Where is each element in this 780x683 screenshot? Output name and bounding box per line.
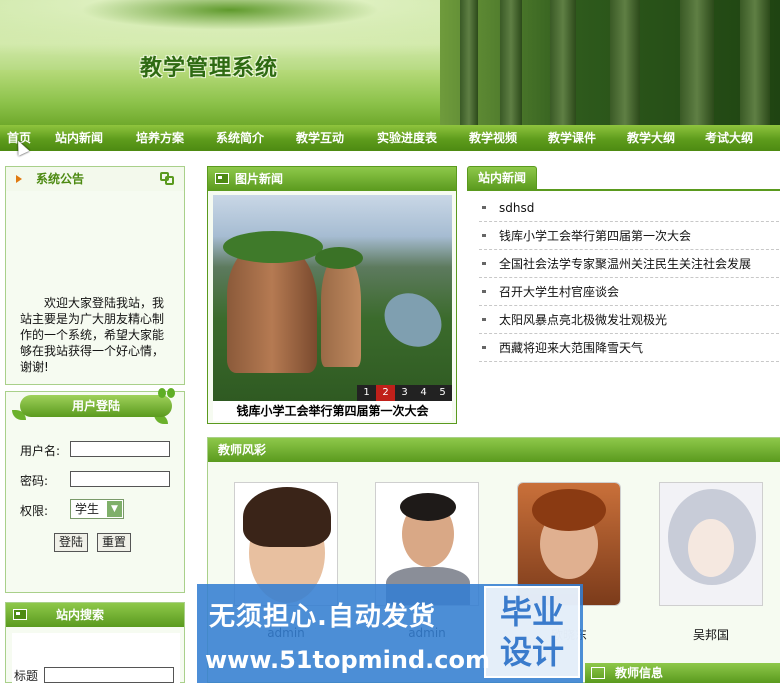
news-list-item[interactable]: sdhsd <box>479 194 779 222</box>
site-title: 教学管理系统 <box>140 55 279 81</box>
password-input[interactable] <box>70 471 170 487</box>
nav-item-5[interactable]: 实验进度表 <box>360 125 454 151</box>
teacher-photo[interactable] <box>659 482 763 606</box>
news-photo[interactable]: 12345 <box>213 195 452 401</box>
ad-url: www.51topmind.com <box>205 646 490 674</box>
nav-item-2[interactable]: 培养方案 <box>120 125 200 151</box>
chevron-down-icon[interactable]: ▼ <box>107 501 122 517</box>
main-nav: 首页 站内新闻 培养方案 系统简介 教学互动 实验进度表 教学视频 教学课件 教学大纲 考试大纲 <box>0 125 780 151</box>
teacher-info-title: 教师信息 <box>615 666 664 680</box>
photo-caption[interactable]: 钱库小学工会举行第四届第一次大会 <box>213 401 452 421</box>
news-title[interactable]: 太阳风暴点亮北极微发壮观极光 <box>499 313 667 327</box>
news-title[interactable]: 全国社会法学专家聚温州关注民生关注社会发展 <box>499 257 751 271</box>
notice-header: 系统公告 <box>6 167 184 191</box>
butterfly-icon <box>158 388 176 402</box>
teachers-title: 教师风彩 <box>218 443 267 457</box>
teacher-info-header: 教师信息 <box>585 663 780 683</box>
system-notice-panel: 系统公告 欢迎大家登陆我站，我站主要是为广大朋友精心制作的一个系统，希望大家能够… <box>5 166 185 385</box>
bullet-icon <box>482 318 486 321</box>
site-search-panel: 站内搜索 标题 <box>5 602 185 683</box>
news-title[interactable]: 西藏将迎来大范围降雪天气 <box>499 341 643 355</box>
site-news-panel: 站内新闻 sdhsd 钱库小学工会举行第四届第一次大会全国社会法学专家聚温州关注民… <box>467 166 780 366</box>
bullet-icon <box>482 234 486 237</box>
window-icon <box>13 609 27 620</box>
pager-page-3[interactable]: 3 <box>395 385 414 401</box>
search-input[interactable] <box>44 667 174 683</box>
username-label: 用户名: <box>20 444 61 458</box>
nav-item-6[interactable]: 教学视频 <box>454 125 532 151</box>
ad-logo-line2: 设计 <box>499 633 564 671</box>
picnews-header: 图片新闻 <box>208 167 456 191</box>
ad-logo-box: 毕业 设计 <box>484 586 580 678</box>
nav-item-7[interactable]: 教学课件 <box>532 125 612 151</box>
tab-underline <box>467 189 780 191</box>
news-title[interactable]: 钱库小学工会举行第四届第一次大会 <box>499 229 691 243</box>
folder-icon <box>591 667 605 679</box>
teacher-name: 吴邦国 <box>692 628 729 642</box>
picture-news-panel: 图片新闻 12345 钱库小学工会举行第四届第一次大会 <box>207 166 457 424</box>
news-title[interactable]: 召开大学生村官座谈会 <box>499 285 619 299</box>
login-panel: 用户登陆 用户名: 密码: 权限: 学生 ▼ 登陆 重置 <box>5 388 185 593</box>
news-list-item[interactable]: 全国社会法学专家聚温州关注民生关注社会发展 <box>479 250 779 278</box>
bullet-icon <box>482 290 486 293</box>
search-title: 站内搜索 <box>56 608 105 622</box>
notice-body: 欢迎大家登陆我站，我站主要是为广大朋友精心制作的一个系统，希望大家能够在我站获得… <box>20 296 165 374</box>
ad-slogan: 无须担心.自动发货 <box>209 602 436 632</box>
news-list-item[interactable]: 召开大学生村官座谈会 <box>479 278 779 306</box>
role-select[interactable]: 学生 ▼ <box>70 499 124 519</box>
login-title: 用户登陆 <box>20 395 172 417</box>
watermark-ad[interactable]: 无须担心.自动发货 www.51topmind.com 毕业 设计 <box>197 584 583 683</box>
reset-button[interactable]: 重置 <box>97 533 132 552</box>
picnews-title: 图片新闻 <box>235 172 284 186</box>
search-field-label: 标题 <box>14 669 39 683</box>
role-label: 权限: <box>20 504 49 518</box>
photo-pager: 12345 <box>357 385 452 401</box>
news-list-item[interactable]: 西藏将迎来大范围降雪天气 <box>479 334 779 362</box>
pager-page-1[interactable]: 1 <box>357 385 376 401</box>
search-header: 站内搜索 <box>6 603 184 627</box>
pager-page-5[interactable]: 5 <box>433 385 452 401</box>
news-list-item[interactable]: 太阳风暴点亮北极微发壮观极光 <box>479 306 779 334</box>
ad-logo-line1: 毕业 <box>499 593 564 631</box>
nav-item-1[interactable]: 站内新闻 <box>38 125 120 151</box>
pager-page-4[interactable]: 4 <box>414 385 433 401</box>
news-list-item[interactable]: 钱库小学工会举行第四届第一次大会 <box>479 222 779 250</box>
login-button[interactable]: 登陆 <box>54 533 89 552</box>
bullet-icon <box>482 346 486 349</box>
news-list: sdhsd 钱库小学工会举行第四届第一次大会全国社会法学专家聚温州关注民生关注社会… <box>479 194 779 362</box>
username-input[interactable] <box>70 441 170 457</box>
nav-item-3[interactable]: 系统简介 <box>200 125 280 151</box>
nav-item-9[interactable]: 考试大纲 <box>690 125 768 151</box>
banner-trees <box>440 0 780 125</box>
header-banner: 教学管理系统 <box>0 0 780 125</box>
notice-title: 系统公告 <box>36 172 85 186</box>
news-title[interactable]: sdhsd <box>499 201 534 215</box>
more-icon[interactable] <box>160 172 176 186</box>
bullet-icon <box>482 262 486 265</box>
password-label: 密码: <box>20 474 49 488</box>
nav-item-4[interactable]: 教学互动 <box>280 125 360 151</box>
role-select-value: 学生 <box>75 502 100 516</box>
pager-page-2[interactable]: 2 <box>376 385 395 401</box>
window-icon <box>215 173 229 184</box>
tab-site-news[interactable]: 站内新闻 <box>467 166 538 190</box>
nav-item-8[interactable]: 教学大纲 <box>612 125 690 151</box>
triangle-icon <box>16 175 22 183</box>
teachers-header: 教师风彩 <box>208 438 780 462</box>
bullet-icon <box>482 206 486 209</box>
